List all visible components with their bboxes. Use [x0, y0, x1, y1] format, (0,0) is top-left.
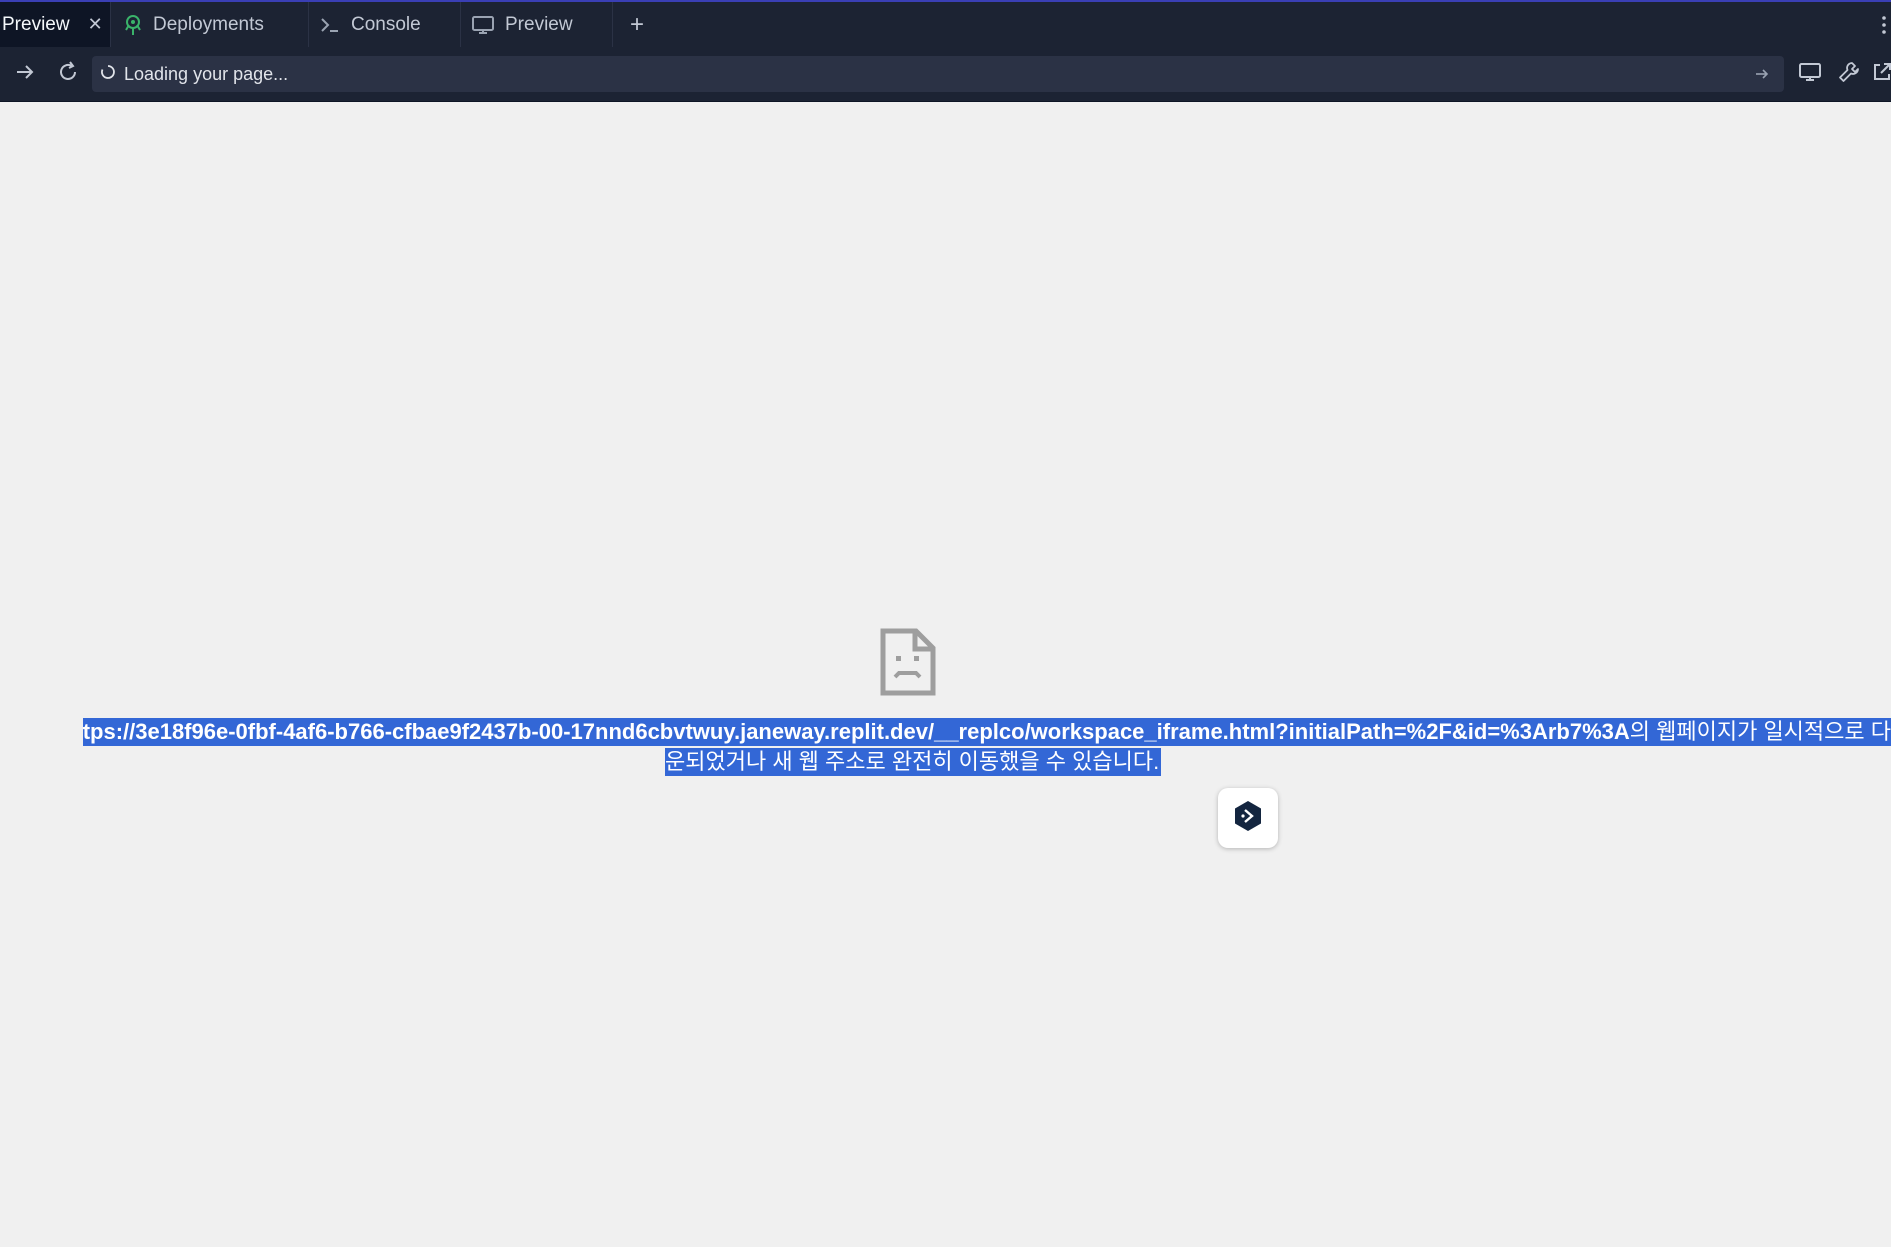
deployments-icon: [123, 14, 143, 36]
device-preview-button[interactable]: [1793, 57, 1827, 91]
loading-status: Loading your page...: [124, 63, 289, 84]
refresh-icon: [56, 60, 80, 89]
tab-label: Preview: [505, 13, 573, 35]
tab-label: Deployments: [153, 13, 264, 35]
arrow-right-icon: [14, 61, 36, 88]
error-line-1-suffix: 의 웹페이지가 일시적으로 다: [1629, 719, 1891, 744]
error-url: tps://3e18f96e-0fbf-4af6-b766-cfbae9f243…: [82, 719, 1630, 744]
sad-document-icon: [880, 628, 936, 701]
tab-preview[interactable]: Preview: [461, 2, 613, 47]
add-tab-button[interactable]: +: [613, 2, 661, 47]
wrench-icon: [1837, 60, 1861, 89]
monitor-icon: [471, 15, 495, 35]
devtools-button[interactable]: [1832, 57, 1866, 91]
terminal-icon: [319, 16, 341, 34]
arrow-right-icon[interactable]: [1750, 62, 1774, 86]
loading-spinner-icon: [100, 64, 116, 85]
close-icon[interactable]: ✕: [88, 14, 103, 35]
preview-content: tps://3e18f96e-0fbf-4af6-b766-cfbae9f243…: [0, 102, 1891, 1247]
error-line-1: tps://3e18f96e-0fbf-4af6-b766-cfbae9f243…: [82, 718, 1891, 746]
open-new-tab-button[interactable]: [1870, 57, 1891, 91]
tab-deployments[interactable]: Deployments: [111, 2, 309, 47]
url-bar[interactable]: Loading your page...: [92, 56, 1784, 92]
tab-label: Console: [351, 13, 421, 35]
tab-console[interactable]: Console: [309, 2, 461, 47]
tab-preview-active[interactable]: Preview ✕: [0, 2, 111, 47]
forward-button[interactable]: [8, 57, 42, 91]
error-line-2: 운되었거나 새 웹 주소로 완전히 이동했을 수 있습니다.: [665, 748, 1162, 776]
more-vertical-icon[interactable]: [1877, 2, 1891, 47]
external-link-icon: [1870, 60, 1891, 89]
tab-label: Preview: [2, 13, 70, 35]
floating-assistant-button[interactable]: [1218, 788, 1278, 848]
monitor-icon: [1798, 61, 1822, 88]
assistant-logo-icon: [1232, 799, 1264, 838]
tab-bar: Preview ✕ Deployments Console Preview +: [0, 0, 1891, 47]
preview-toolbar: Loading your page...: [0, 47, 1891, 102]
reload-button[interactable]: [51, 57, 85, 91]
